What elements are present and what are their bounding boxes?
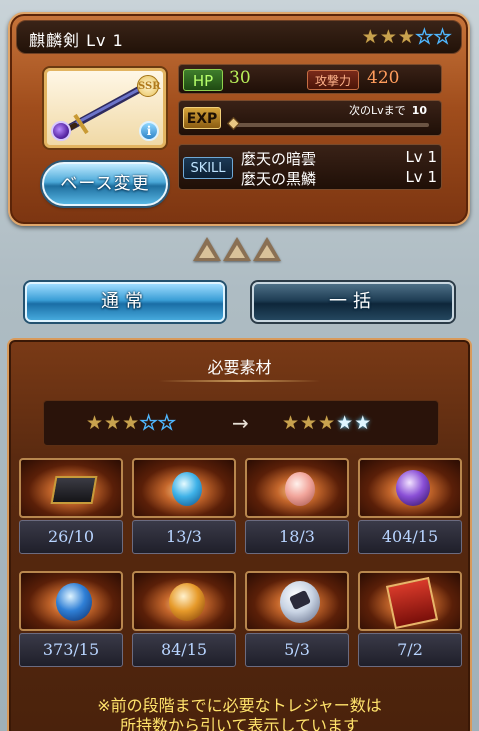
star-filled-icon: ★ xyxy=(361,26,379,48)
exp-panel: EXP 次のLvまで 10 xyxy=(178,100,442,136)
skill-label: SKILL xyxy=(183,157,233,179)
materials-note: ※前の段階までに必要なトレジャー数は 所持数から引いて表示しています xyxy=(9,696,470,731)
weapon-name: 麒麟剣 Lv 1 xyxy=(29,31,124,50)
star-filled-icon: ★ xyxy=(282,412,300,434)
weapon-rarity-stars: ★ ★ ★ ★ ★ xyxy=(361,26,452,48)
hp-value: 30 xyxy=(229,68,251,88)
materials-panel: 必要素材 ★ ★ ★ ★ ★ → ★ ★ ★ ★ ★ 26/10 13/3 18… xyxy=(7,338,472,731)
blue-water-orb-icon xyxy=(19,571,123,631)
star-filled-icon: ★ xyxy=(122,412,140,434)
material-count: 18/3 xyxy=(245,520,349,554)
star-empty-icon: ★ xyxy=(139,412,158,434)
stars-before: ★ ★ ★ ★ ★ xyxy=(86,412,176,434)
material-item[interactable]: 13/3 xyxy=(132,458,236,556)
material-item[interactable]: 404/15 xyxy=(358,458,462,556)
tab-bulk[interactable]: 一括 xyxy=(252,282,454,322)
star-bright-icon: ★ xyxy=(336,412,354,434)
exp-progress-bar xyxy=(233,123,429,127)
material-count: 13/3 xyxy=(132,520,236,554)
material-item[interactable]: 18/3 xyxy=(245,458,349,556)
star-bright-icon: ★ xyxy=(354,412,372,434)
red-scroll-icon xyxy=(358,571,462,631)
star-filled-icon: ★ xyxy=(104,412,122,434)
weapon-thumbnail[interactable]: SSR i xyxy=(44,68,166,148)
uncap-triangle-icon xyxy=(193,237,221,261)
materials-title: 必要素材 xyxy=(207,358,272,377)
info-icon[interactable]: i xyxy=(139,121,159,141)
star-filled-icon: ★ xyxy=(318,412,336,434)
skill-name: 麼天の暗雲 xyxy=(241,150,317,168)
title-divider xyxy=(159,380,320,382)
exp-marker-icon xyxy=(227,117,240,130)
star-empty-icon: ★ xyxy=(415,26,433,48)
skill-row: 麼天の黒鱗 Lv 1 xyxy=(241,168,437,189)
uncap-indicator xyxy=(193,237,281,261)
material-item[interactable]: 373/15 xyxy=(19,571,123,669)
purple-dark-orb-icon xyxy=(358,458,462,518)
material-item[interactable]: 7/2 xyxy=(358,571,462,669)
atk-value: 420 xyxy=(367,68,400,88)
note-line: 所持数から引いて表示しています xyxy=(119,716,360,731)
material-count: 404/15 xyxy=(358,520,462,554)
star-filled-icon: ★ xyxy=(300,412,318,434)
hp-label: HP xyxy=(183,69,223,91)
weapon-title-bar: 麒麟剣 Lv 1 ★ ★ ★ ★ ★ xyxy=(16,20,462,54)
atk-label: 攻撃力 xyxy=(307,70,359,90)
star-empty-icon: ★ xyxy=(433,26,451,48)
skill-level: Lv 1 xyxy=(405,168,437,186)
star-filled-icon: ★ xyxy=(86,412,104,434)
star-empty-icon: ★ xyxy=(158,412,176,434)
skill-panel[interactable]: SKILL 麼天の暗雲 Lv 1 麼天の黒鱗 Lv 1 xyxy=(178,144,442,190)
star-comparison: ★ ★ ★ ★ ★ → ★ ★ ★ ★ ★ xyxy=(43,400,439,446)
dark-element-icon xyxy=(51,121,71,141)
blue-wind-orb-icon xyxy=(132,458,236,518)
material-item[interactable]: 5/3 xyxy=(245,571,349,669)
material-count: 7/2 xyxy=(358,633,462,667)
star-filled-icon: ★ xyxy=(379,26,397,48)
note-line: ※前の段階までに必要なトレジャー数は xyxy=(97,696,382,715)
material-count: 26/10 xyxy=(19,520,123,554)
exp-label: EXP xyxy=(183,107,221,129)
uncap-triangle-icon xyxy=(253,237,281,261)
material-item[interactable]: 26/10 xyxy=(19,458,123,556)
skill-level: Lv 1 xyxy=(405,148,437,166)
silver-scale-orb-icon xyxy=(245,571,349,631)
arrow-right-icon: → xyxy=(232,411,249,435)
material-item[interactable]: 84/15 xyxy=(132,571,236,669)
skill-name: 麼天の黒鱗 xyxy=(241,170,317,188)
material-count: 373/15 xyxy=(19,633,123,667)
dark-chest-icon xyxy=(19,458,123,518)
uncap-triangle-icon xyxy=(223,237,251,261)
pink-light-orb-icon xyxy=(245,458,349,518)
star-filled-icon: ★ xyxy=(397,26,415,48)
skill-row: 麼天の暗雲 Lv 1 xyxy=(241,148,437,169)
material-count: 84/15 xyxy=(132,633,236,667)
exp-next-level: 次のLvまで 10 xyxy=(349,104,427,117)
tab-normal[interactable]: 通常 xyxy=(25,282,225,322)
weapon-card: 麒麟剣 Lv 1 ★ ★ ★ ★ ★ SSR i ベース変更 HP 30 攻撃力… xyxy=(8,12,470,226)
ssr-badge: SSR xyxy=(137,75,161,97)
orange-earth-orb-icon xyxy=(132,571,236,631)
stats-panel: HP 30 攻撃力 420 xyxy=(178,64,442,94)
material-count: 5/3 xyxy=(245,633,349,667)
base-change-button[interactable]: ベース変更 xyxy=(42,162,168,206)
stars-after: ★ ★ ★ ★ ★ xyxy=(282,413,371,433)
